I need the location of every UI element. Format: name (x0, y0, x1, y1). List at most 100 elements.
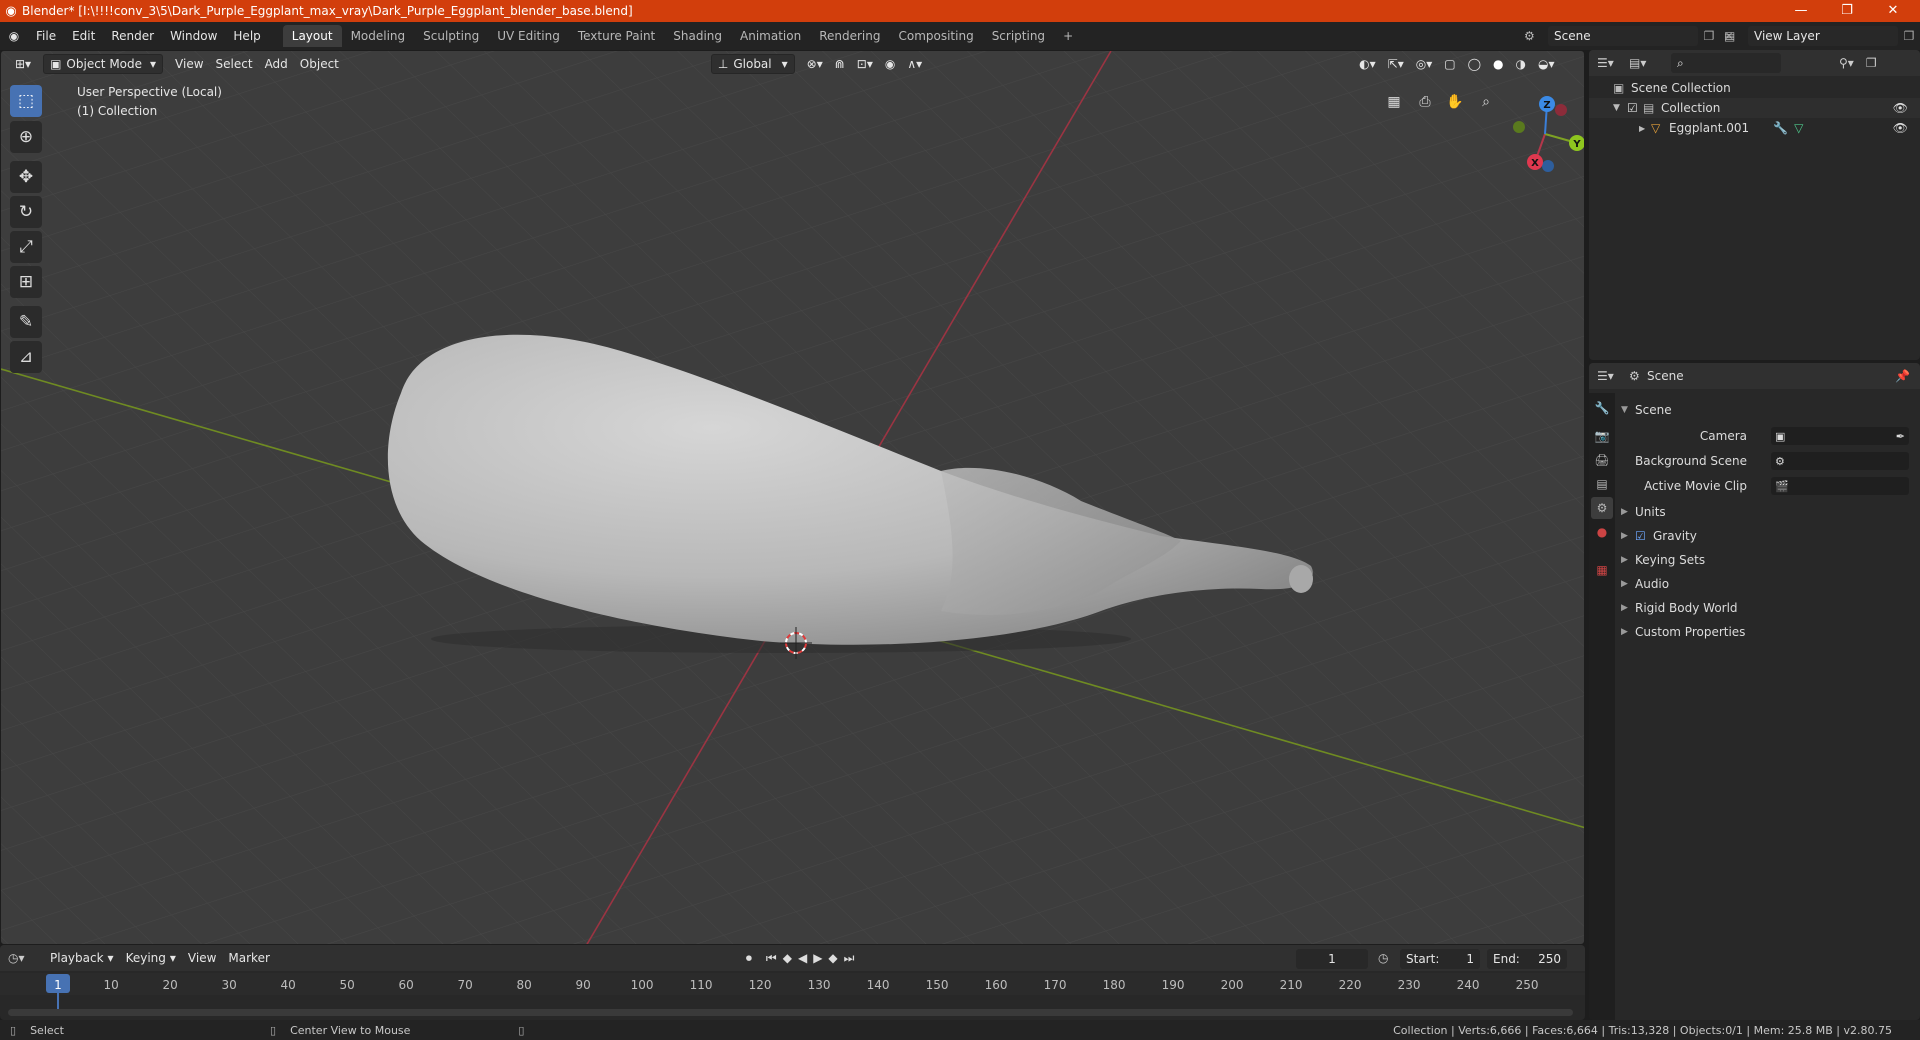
annotate-tool[interactable]: ✎ (10, 306, 42, 338)
outliner-search-input[interactable]: ⌕ (1671, 53, 1781, 73)
record-keyframe-icon[interactable]: ⏺ (746, 951, 752, 966)
outliner-row-object[interactable]: ▶ ▽ Eggplant.001 🔧 ▽ 👁 (1589, 118, 1920, 138)
tool-tab-icon[interactable]: 🔧 (1591, 397, 1613, 419)
navigation-gizmo[interactable]: X Y Z (1501, 89, 1585, 179)
object-visibility-icon[interactable]: 👁 (1893, 121, 1908, 135)
overlay-toggle-icon[interactable]: ◎▾ (1410, 54, 1439, 74)
jump-end-icon[interactable]: ⏭ (844, 951, 855, 966)
menu-file[interactable]: File (28, 29, 64, 43)
custom-properties-panel-header[interactable]: ▶ Custom Properties (1621, 621, 1916, 643)
modifier-icon[interactable]: 🔧 (1773, 121, 1788, 135)
display-mode-icon[interactable]: ▤▾ (1629, 56, 1661, 70)
rigid-body-world-panel-header[interactable]: ▶ Rigid Body World (1621, 597, 1916, 619)
camera-view-icon[interactable]: ⎙ (1412, 89, 1438, 115)
end-frame-field[interactable]: End: 250 (1487, 949, 1567, 969)
viewport-menu-view[interactable]: View (169, 54, 209, 74)
background-scene-field[interactable]: ⚙ (1771, 452, 1909, 470)
outliner-row-scene-collection[interactable]: ▣ Scene Collection (1589, 78, 1920, 98)
texture-tab-icon[interactable]: ▦ (1591, 559, 1613, 581)
timeline-editor-type-icon[interactable]: ◷▾ (8, 951, 44, 965)
tab-rendering[interactable]: Rendering (810, 25, 889, 47)
measure-tool[interactable]: ⊿ (10, 341, 42, 373)
new-collection-icon[interactable]: ❐ (1866, 56, 1877, 70)
pin-icon[interactable]: 📌 (1895, 369, 1910, 383)
world-tab-icon[interactable]: ● (1591, 521, 1613, 543)
tab-scripting[interactable]: Scripting (983, 25, 1054, 47)
wireframe-shading-icon[interactable]: ◯ (1462, 54, 1487, 74)
menu-help[interactable]: Help (225, 29, 268, 43)
timeline-scrollbar[interactable] (8, 1009, 1573, 1016)
zoom-view-icon[interactable]: ⌕ (1473, 89, 1499, 115)
cursor-tool[interactable]: ⊕ (10, 121, 42, 153)
move-tool[interactable]: ✥ (10, 161, 42, 193)
rotate-tool[interactable]: ↻ (10, 196, 42, 228)
close-button[interactable]: ✕ (1870, 0, 1916, 22)
units-panel-header[interactable]: ▶ Units (1621, 501, 1916, 523)
restore-button[interactable]: ❐ (1824, 0, 1870, 22)
gravity-panel-header[interactable]: ▶ ☑ Gravity (1621, 525, 1916, 547)
viewport-menu-add[interactable]: Add (259, 54, 294, 74)
tab-uv-editing[interactable]: UV Editing (488, 25, 569, 47)
select-box-tool[interactable]: ⬚ (10, 85, 42, 117)
mode-selector[interactable]: ▣ Object Mode ▾ (43, 54, 164, 74)
properties-editor-type-icon[interactable]: ☰▾ (1597, 369, 1629, 383)
new-scene-icon[interactable]: ❐ (1698, 29, 1720, 43)
menu-edit[interactable]: Edit (64, 29, 103, 43)
transform-tool[interactable]: ⊞ (10, 266, 42, 298)
timeline-menu-playback[interactable]: Playback ▾ (44, 948, 120, 968)
tab-compositing[interactable]: Compositing (889, 25, 982, 47)
tab-modeling[interactable]: Modeling (342, 25, 415, 47)
view-layer-selector[interactable]: View Layer (1748, 26, 1898, 46)
viewport-menu-object[interactable]: Object (294, 54, 345, 74)
mesh-data-icon[interactable]: ▽ (1794, 121, 1803, 135)
eyedropper-icon[interactable]: ✒ (1896, 430, 1905, 443)
menu-window[interactable]: Window (162, 29, 225, 43)
scene-selector[interactable]: Scene (1548, 26, 1698, 46)
scale-tool[interactable]: ⤢ (10, 231, 42, 263)
scene-tab-icon[interactable]: ⚙ (1591, 497, 1613, 519)
editor-type-icon[interactable]: ⊞▾ (9, 54, 37, 74)
gizmo-neg-x[interactable] (1555, 104, 1567, 116)
prev-keyframe-icon[interactable]: ◆ (783, 951, 792, 965)
tab-texture-paint[interactable]: Texture Paint (569, 25, 664, 47)
outliner-editor-type-icon[interactable]: ☰▾ (1597, 56, 1629, 70)
collection-visibility-icon[interactable]: 👁 (1893, 101, 1908, 115)
falloff-icon[interactable]: ∧▾ (901, 54, 928, 74)
visibility-icon[interactable]: ◐▾ (1353, 54, 1382, 74)
material-shading-icon[interactable]: ◑ (1510, 54, 1532, 74)
jump-start-icon[interactable]: ⏮ (766, 951, 777, 966)
tab-shading[interactable]: Shading (664, 25, 731, 47)
gravity-checkbox[interactable]: ☑ (1635, 529, 1653, 543)
scene-panel-header[interactable]: ▼ Scene (1621, 399, 1916, 421)
blender-menu-icon[interactable]: ◉ (0, 29, 28, 43)
filter-icon[interactable]: ⚲▾ (1839, 56, 1854, 70)
pivot-point-icon[interactable]: ⊗▾ (801, 54, 829, 74)
snap-target-icon[interactable]: ⊡▾ (851, 54, 879, 74)
camera-field[interactable]: ▣ ✒ (1771, 427, 1909, 445)
outliner-row-collection[interactable]: ▼ ☑ ▤ Collection 👁 (1589, 98, 1920, 118)
expand-arrow-icon[interactable]: ▶ (1639, 124, 1651, 133)
tab-layout[interactable]: Layout (282, 25, 342, 47)
timeline-menu-keying[interactable]: Keying ▾ (120, 948, 182, 968)
gizmo-neg-z[interactable] (1542, 160, 1554, 172)
xray-toggle-icon[interactable]: ▢ (1438, 54, 1461, 74)
audio-panel-header[interactable]: ▶ Audio (1621, 573, 1916, 595)
gizmo-toggle-icon[interactable]: ⇱▾ (1382, 54, 1410, 74)
menu-render[interactable]: Render (103, 29, 162, 43)
timeline-menu-marker[interactable]: Marker (222, 948, 275, 968)
snap-icon[interactable]: ⋒ (829, 54, 851, 74)
transform-orientation-selector[interactable]: ⊥ Global ▾ (710, 54, 795, 74)
next-keyframe-icon[interactable]: ◆ (828, 951, 837, 965)
tab-animation[interactable]: Animation (731, 25, 810, 47)
solid-shading-icon[interactable]: ● (1487, 54, 1509, 74)
play-icon[interactable]: ▶ (813, 951, 822, 965)
new-view-layer-icon[interactable]: ❐ (1898, 29, 1920, 43)
checkbox-icon[interactable]: ☑ (1627, 101, 1643, 115)
minimize-button[interactable]: — (1778, 0, 1824, 22)
3d-viewport[interactable]: ⊞▾ ▣ Object Mode ▾ View Select Add Object … (0, 50, 1585, 945)
current-frame-field[interactable]: 1 (1296, 949, 1368, 969)
active-movie-clip-field[interactable]: 🎬 (1771, 477, 1909, 495)
preview-range-icon[interactable]: ◷ (1378, 951, 1388, 965)
play-reverse-icon[interactable]: ◀ (798, 951, 807, 965)
proportional-edit-icon[interactable]: ◉ (879, 54, 901, 74)
